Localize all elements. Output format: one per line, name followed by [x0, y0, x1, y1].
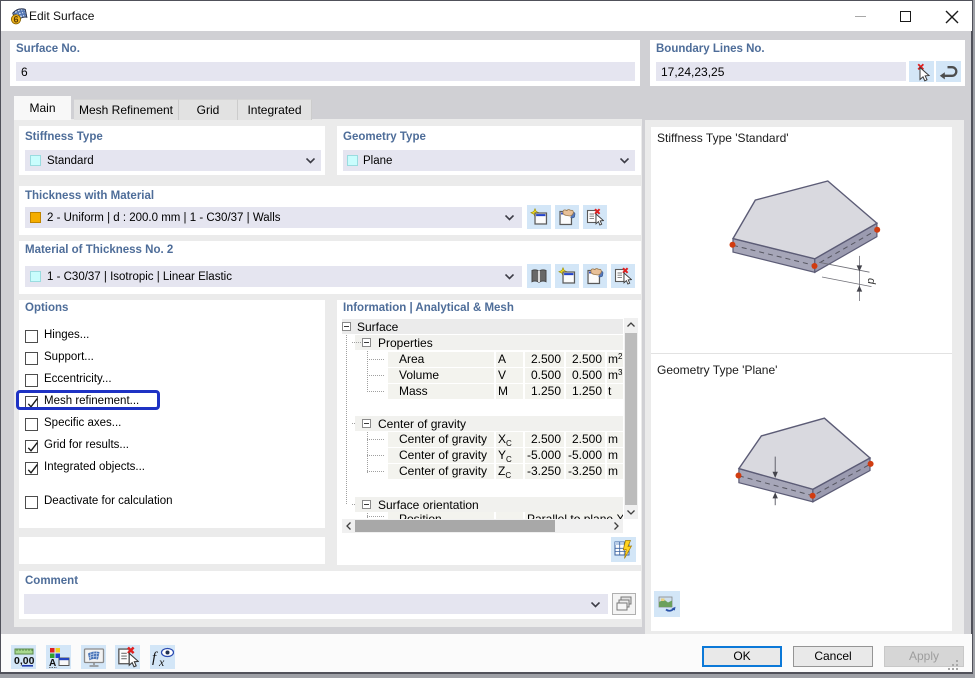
svg-text:A: A: [49, 658, 56, 668]
svg-text:f: f: [152, 650, 158, 666]
svg-text:d: d: [865, 278, 877, 285]
svg-text:6: 6: [13, 15, 18, 25]
svg-text:x: x: [158, 655, 165, 668]
